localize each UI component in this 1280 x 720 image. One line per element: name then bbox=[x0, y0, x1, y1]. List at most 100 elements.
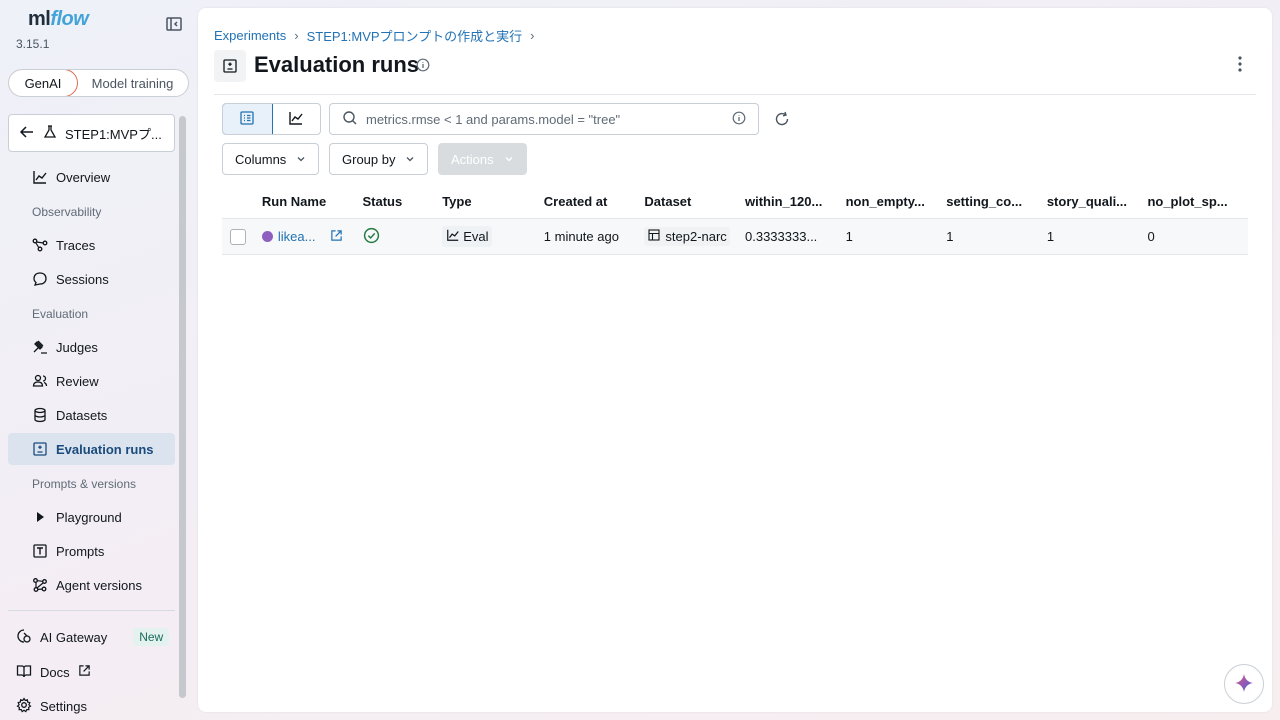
sidebar: mlflow 3.15.1 GenAI Model training STEP1… bbox=[0, 0, 192, 720]
sidebar-divider bbox=[8, 610, 175, 611]
row-checkbox[interactable] bbox=[230, 228, 246, 245]
view-mode-toggle bbox=[222, 103, 321, 135]
assistant-sparkle-button[interactable] bbox=[1224, 664, 1264, 704]
collapse-sidebar-icon[interactable] bbox=[165, 15, 183, 33]
mode-toggle: GenAI Model training bbox=[8, 69, 189, 97]
nav-traces[interactable]: Traces bbox=[8, 229, 175, 261]
nav-judges[interactable]: Judges bbox=[8, 331, 175, 363]
arrow-left-icon bbox=[19, 124, 35, 143]
actions-button-label: Actions bbox=[451, 151, 494, 167]
nav-section-observability: Observability bbox=[32, 205, 102, 219]
nav-docs-label: Docs bbox=[40, 664, 70, 680]
list-icon bbox=[239, 110, 255, 129]
breadcrumb-experiment[interactable]: STEP1:MVPプロンプトの作成と実行 bbox=[307, 26, 523, 45]
external-link-icon[interactable] bbox=[330, 229, 343, 245]
header-status[interactable]: Status bbox=[363, 194, 443, 209]
nav-docs[interactable]: Docs bbox=[16, 659, 91, 685]
header-dataset[interactable]: Dataset bbox=[644, 194, 745, 209]
metric-cell: 1 bbox=[946, 229, 954, 244]
group-by-button[interactable]: Group by bbox=[329, 143, 429, 175]
created-at-cell: 1 minute ago bbox=[543, 229, 619, 244]
header-metric[interactable]: within_120... bbox=[745, 194, 846, 209]
header-metric[interactable]: story_quali... bbox=[1047, 194, 1148, 209]
type-cell: Eval bbox=[442, 226, 544, 247]
header-metric[interactable]: non_empty... bbox=[846, 194, 947, 209]
table-icon bbox=[648, 229, 660, 244]
type-tag: Eval bbox=[442, 226, 493, 247]
kebab-menu-icon[interactable] bbox=[1232, 54, 1248, 77]
nav-sessions-label: Sessions bbox=[56, 271, 109, 287]
table-row[interactable]: likea... Eval 1 minute ago step2-narc 0.… bbox=[222, 219, 1248, 255]
book-icon bbox=[16, 663, 32, 682]
nav-settings[interactable]: Settings bbox=[16, 693, 87, 719]
nav-section-evaluation: Evaluation bbox=[32, 307, 89, 321]
chat-bubble-icon bbox=[32, 271, 48, 287]
info-icon[interactable] bbox=[416, 58, 430, 75]
logo-flow-text: flow bbox=[50, 8, 89, 30]
nav-review[interactable]: Review bbox=[8, 365, 175, 397]
table-view-button[interactable] bbox=[223, 104, 273, 134]
dataset-cell: step2-narc bbox=[644, 227, 745, 246]
run-link[interactable]: likea... bbox=[261, 229, 355, 245]
line-chart-icon bbox=[288, 110, 304, 129]
traces-icon bbox=[32, 237, 48, 253]
metric-cell: 0 bbox=[1147, 229, 1155, 244]
experiment-back-button[interactable]: STEP1:MVPプ... bbox=[8, 114, 175, 152]
row-select bbox=[222, 228, 262, 245]
columns-button[interactable]: Columns bbox=[222, 143, 320, 175]
nav-review-label: Review bbox=[56, 373, 99, 389]
header-type[interactable]: Type bbox=[442, 194, 544, 209]
nav-datasets[interactable]: Datasets bbox=[8, 399, 175, 431]
chevron-right-icon: › bbox=[530, 28, 535, 43]
search-input[interactable] bbox=[366, 111, 724, 127]
nav-agent-versions-label: Agent versions bbox=[56, 577, 142, 593]
nav-evaluation-runs[interactable]: Evaluation runs bbox=[8, 433, 175, 465]
chevron-right-icon: › bbox=[294, 28, 299, 43]
database-icon bbox=[32, 407, 48, 423]
users-icon bbox=[32, 373, 48, 389]
chevron-down-icon bbox=[405, 152, 415, 167]
nav-traces-label: Traces bbox=[56, 237, 96, 253]
dataset-text: step2-narc bbox=[665, 229, 727, 244]
header-created-at[interactable]: Created at bbox=[544, 194, 645, 209]
search-icon bbox=[342, 110, 358, 129]
chart-view-button[interactable] bbox=[272, 104, 321, 134]
columns-button-label: Columns bbox=[235, 151, 287, 167]
metric-cell: 1 bbox=[1046, 229, 1055, 244]
nav-prompts[interactable]: Prompts bbox=[8, 535, 175, 567]
play-icon bbox=[32, 509, 48, 525]
status-cell bbox=[363, 227, 443, 247]
dataset-tag[interactable]: step2-narc bbox=[644, 227, 731, 246]
nav-sessions[interactable]: Sessions bbox=[8, 263, 175, 295]
actions-button[interactable]: Actions bbox=[438, 143, 527, 175]
nav-overview-label: Overview bbox=[56, 169, 111, 185]
header-metric[interactable]: setting_co... bbox=[946, 194, 1047, 209]
mlflow-logo[interactable]: mlflow bbox=[28, 8, 89, 31]
line-chart-icon bbox=[32, 169, 48, 185]
table-header: Run Name Status Type Created at Dataset … bbox=[222, 185, 1248, 219]
experiment-name: STEP1:MVPプ... bbox=[65, 126, 162, 142]
type-text: Eval bbox=[463, 229, 489, 244]
chevron-down-icon bbox=[504, 152, 514, 167]
nav-settings-label: Settings bbox=[40, 698, 87, 714]
header-run-name[interactable]: Run Name bbox=[262, 194, 363, 209]
sidebar-scrollbar[interactable] bbox=[179, 116, 186, 698]
gavel-icon bbox=[32, 339, 48, 355]
info-icon[interactable] bbox=[732, 111, 746, 128]
beaker-icon bbox=[43, 124, 57, 142]
refresh-icon[interactable] bbox=[774, 111, 790, 130]
nav-playground[interactable]: Playground bbox=[8, 501, 175, 533]
header-metric[interactable]: no_plot_sp... bbox=[1147, 194, 1248, 209]
nav-ai-gateway-label: AI Gateway bbox=[40, 629, 108, 645]
text-box-icon bbox=[32, 543, 48, 559]
nav-datasets-label: Datasets bbox=[56, 407, 108, 423]
metric-cell: 1 bbox=[845, 229, 853, 244]
mode-model-training[interactable]: Model training bbox=[77, 70, 188, 96]
nav-ai-gateway[interactable]: AI Gateway New bbox=[16, 624, 170, 650]
nav-agent-versions[interactable]: Agent versions bbox=[8, 569, 175, 601]
mode-genai[interactable]: GenAI bbox=[9, 70, 78, 96]
nav-overview[interactable]: Overview bbox=[8, 161, 175, 193]
gateway-icon bbox=[16, 628, 32, 647]
run-name-text: likea... bbox=[277, 229, 316, 244]
breadcrumb-experiments[interactable]: Experiments bbox=[214, 28, 286, 43]
